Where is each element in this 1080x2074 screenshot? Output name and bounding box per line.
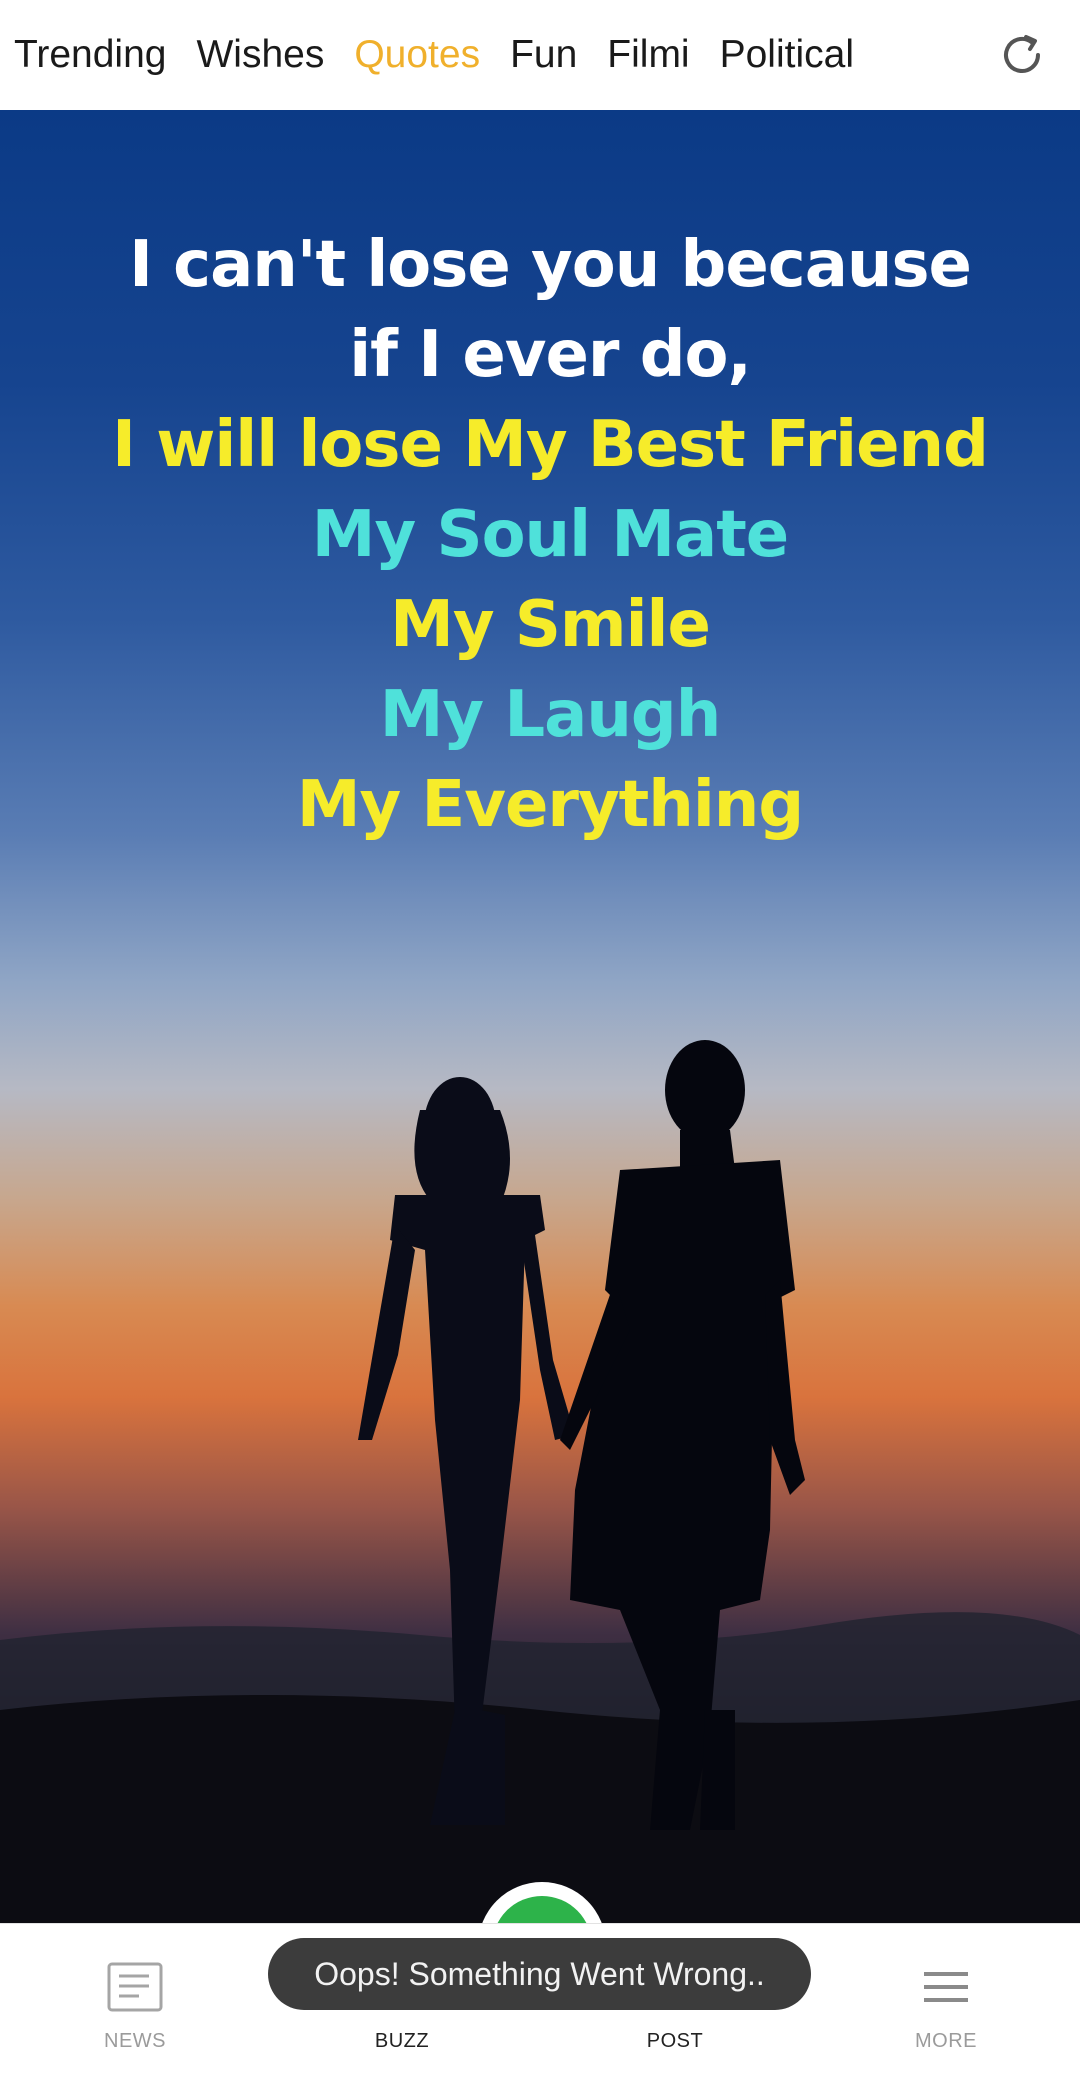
- tab-trending[interactable]: Trending: [14, 0, 166, 110]
- tab-fun[interactable]: Fun: [510, 0, 577, 110]
- tab-political[interactable]: Political: [720, 0, 854, 110]
- quote-image-post[interactable]: I can't lose you because if I ever do, I…: [0, 110, 1080, 1923]
- menu-icon: [924, 1972, 968, 2002]
- error-toast: Oops! Something Went Wrong..: [268, 1938, 811, 2010]
- nav-news-label: NEWS: [104, 2030, 166, 2052]
- nav-more[interactable]: MORE: [846, 1924, 1046, 2074]
- app-screen: Trending Wishes Quotes Fun Filmi Politic…: [0, 0, 1080, 2074]
- quote-line-7: My Everything: [296, 768, 804, 842]
- quote-line-5: My Smile: [390, 588, 711, 662]
- quote-line-3: I will lose My Best Friend: [112, 408, 989, 482]
- tab-quotes[interactable]: Quotes: [354, 0, 480, 110]
- nav-more-label: MORE: [915, 2030, 977, 2052]
- quote-line-2: if I ever do,: [349, 318, 752, 392]
- refresh-icon[interactable]: [998, 31, 1046, 79]
- category-tabs: Trending Wishes Quotes Fun Filmi Politic…: [0, 0, 884, 110]
- quote-text: I can't lose you because if I ever do, I…: [0, 220, 1080, 850]
- newspaper-icon: [107, 1962, 163, 2012]
- tab-filmi[interactable]: Filmi: [607, 0, 689, 110]
- tab-wishes[interactable]: Wishes: [196, 0, 324, 110]
- quote-line-1: I can't lose you because: [129, 228, 972, 302]
- category-bar: Trending Wishes Quotes Fun Filmi Politic…: [0, 0, 1080, 111]
- quote-line-6: My Laugh: [379, 678, 722, 752]
- nav-post-label: POST: [646, 2030, 704, 2052]
- nav-news[interactable]: NEWS: [35, 1924, 235, 2074]
- nav-buzz-label: BUZZ: [374, 2030, 430, 2052]
- quote-line-4: My Soul Mate: [311, 498, 789, 572]
